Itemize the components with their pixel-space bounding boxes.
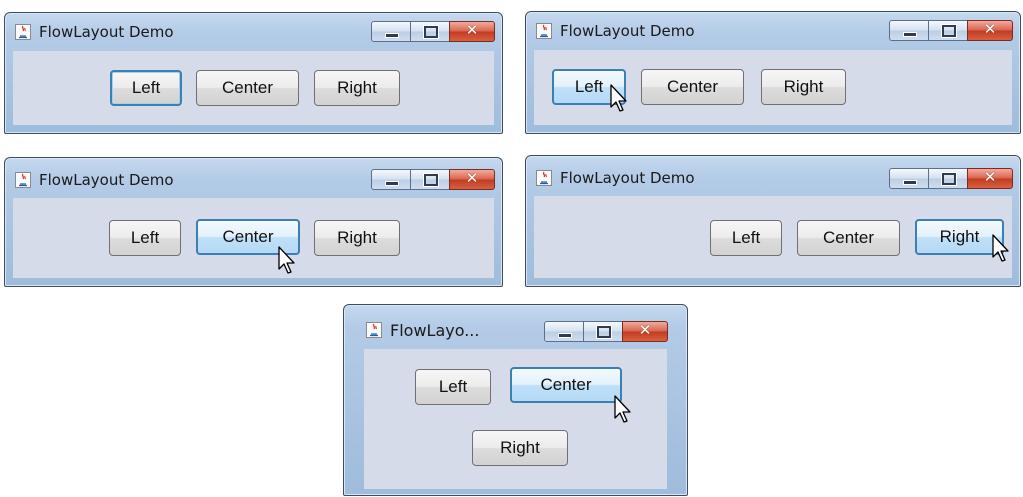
right-button[interactable]: Right: [472, 430, 568, 466]
minimize-icon: [903, 32, 917, 37]
maximize-button[interactable]: [928, 168, 968, 189]
java-app-icon: [366, 322, 382, 338]
minimize-button[interactable]: [544, 321, 584, 342]
maximize-icon: [424, 26, 438, 38]
minimize-icon: [558, 333, 572, 338]
center-button[interactable]: Center: [641, 69, 744, 105]
window-title: FlowLayout Demo: [560, 169, 695, 187]
java-app-icon: [536, 170, 552, 186]
mouse-pointer-icon: [614, 395, 631, 423]
right-button[interactable]: Right: [314, 220, 400, 256]
right-button[interactable]: Right: [761, 69, 846, 105]
close-icon: ✕: [638, 321, 652, 339]
close-icon: ✕: [983, 168, 997, 186]
left-button[interactable]: Left: [710, 220, 782, 256]
title-bar[interactable]: FlowLayout Demo ✕: [526, 12, 1020, 50]
close-button[interactable]: ✕: [449, 169, 495, 190]
close-icon: ✕: [465, 21, 479, 39]
right-button[interactable]: Right: [915, 219, 1004, 255]
window-5: FlowLayo... ✕ Left Center Right: [343, 304, 688, 496]
content-pane: Left Center Right: [534, 196, 1012, 278]
center-button[interactable]: Center: [510, 367, 622, 403]
close-icon: ✕: [465, 169, 479, 187]
maximize-button[interactable]: [410, 21, 450, 42]
maximize-button[interactable]: [928, 20, 968, 41]
content-pane: Left Center Right: [13, 51, 494, 125]
close-button[interactable]: ✕: [967, 168, 1013, 189]
maximize-button[interactable]: [583, 321, 623, 342]
java-app-icon: [15, 172, 31, 188]
window-2: FlowLayout Demo ✕ Left Center Right: [525, 11, 1021, 134]
minimize-button[interactable]: [889, 168, 929, 189]
mouse-pointer-icon: [992, 234, 1009, 262]
java-app-icon: [15, 24, 31, 40]
mouse-pointer-icon: [278, 246, 295, 274]
window-4: FlowLayout Demo ✕ Left Center Right: [525, 155, 1021, 287]
java-app-icon: [536, 23, 552, 39]
close-icon: ✕: [983, 20, 997, 38]
maximize-button[interactable]: [410, 169, 450, 190]
window-3: FlowLayout Demo ✕ Left Center Right: [4, 157, 503, 287]
minimize-icon: [385, 33, 399, 38]
mouse-pointer-icon: [610, 84, 627, 112]
maximize-icon: [597, 326, 611, 338]
content-pane: Left Center Right: [534, 50, 1012, 125]
maximize-icon: [942, 25, 956, 37]
window-title: FlowLayout Demo: [39, 171, 174, 189]
close-button[interactable]: ✕: [449, 21, 495, 42]
left-button[interactable]: Left: [110, 70, 182, 106]
minimize-button[interactable]: [889, 20, 929, 41]
minimize-icon: [385, 181, 399, 186]
window-title: FlowLayout Demo: [39, 23, 174, 41]
left-button[interactable]: Left: [109, 220, 181, 256]
minimize-button[interactable]: [371, 21, 411, 42]
title-bar[interactable]: FlowLayout Demo ✕: [5, 158, 502, 196]
minimize-button[interactable]: [371, 169, 411, 190]
title-bar[interactable]: FlowLayout Demo ✕: [526, 156, 1020, 194]
left-button[interactable]: Left: [415, 369, 491, 405]
close-button[interactable]: ✕: [967, 20, 1013, 41]
title-bar[interactable]: FlowLayout Demo ✕: [5, 13, 502, 51]
maximize-icon: [424, 174, 438, 186]
content-pane: Left Center Right: [13, 198, 494, 278]
window-1: FlowLayout Demo ✕ Left Center Right: [4, 12, 503, 134]
center-button[interactable]: Center: [797, 220, 900, 256]
window-title: FlowLayo...: [390, 321, 480, 340]
close-button[interactable]: ✕: [622, 321, 668, 342]
maximize-icon: [942, 173, 956, 185]
minimize-icon: [903, 180, 917, 185]
title-bar[interactable]: FlowLayo... ✕: [344, 305, 687, 343]
center-button[interactable]: Center: [196, 70, 299, 106]
right-button[interactable]: Right: [314, 70, 400, 106]
window-title: FlowLayout Demo: [560, 22, 695, 40]
